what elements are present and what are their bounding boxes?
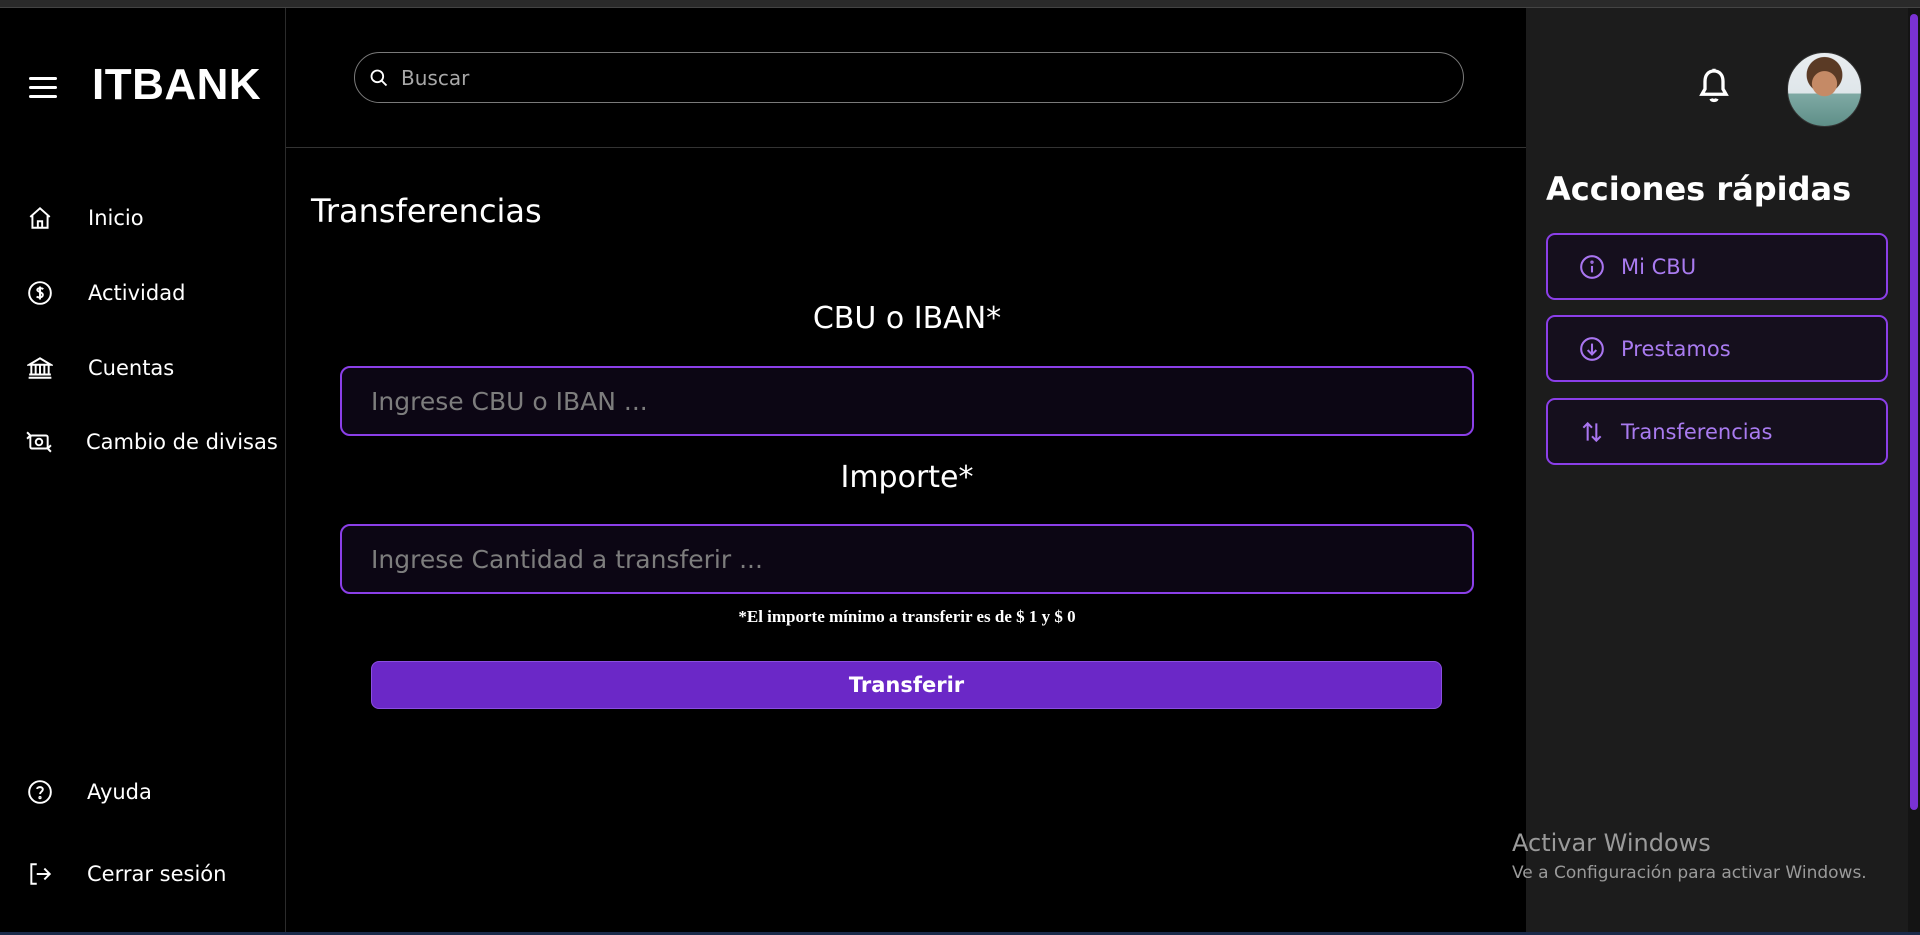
amount-field	[340, 524, 1474, 594]
logout-icon	[26, 860, 54, 888]
minimum-amount-note: *El importe mínimo a transferir es de $ …	[738, 607, 1076, 626]
windows-activation-subtitle: Ve a Configuración para activar Windows.	[1512, 863, 1867, 883]
info-circle-icon	[1578, 253, 1606, 281]
sidebar-item-label: Cuentas	[88, 356, 175, 380]
quick-actions-title: Acciones rápidas	[1546, 170, 1852, 208]
scrollbar-thumb[interactable]	[1910, 14, 1918, 810]
quick-action-label: Mi CBU	[1621, 254, 1697, 279]
quick-action-label: Transferencias	[1621, 419, 1773, 444]
quick-action-prestamos[interactable]: Prestamos	[1546, 315, 1888, 382]
sidebar-item-actividad[interactable]: Actividad	[26, 273, 276, 313]
windows-activation-title: Activar Windows	[1512, 829, 1711, 857]
sidebar-item-label: Actividad	[88, 281, 186, 305]
cbu-label: CBU o IBAN*	[812, 301, 1002, 336]
arrow-down-circle-icon	[1578, 335, 1606, 363]
bank-icon	[26, 354, 54, 382]
sidebar-item-label: Cerrar sesión	[87, 862, 227, 886]
dollar-circle-icon	[26, 279, 54, 307]
menu-icon[interactable]	[29, 77, 57, 99]
cbu-field	[340, 366, 1474, 436]
sidebar-item-label: Cambio de divisas	[86, 430, 278, 454]
user-avatar[interactable]	[1787, 52, 1862, 127]
header-divider	[286, 147, 1526, 148]
quick-action-label: Prestamos	[1621, 336, 1731, 361]
quick-action-mi-cbu[interactable]: Mi CBU	[1546, 233, 1888, 300]
sidebar-item-cuentas[interactable]: Cuentas	[26, 348, 276, 388]
notification-bell-icon[interactable]	[1696, 66, 1732, 106]
cbu-input[interactable]	[342, 368, 1472, 434]
search-bar	[354, 52, 1464, 103]
amount-label: Importe*	[840, 460, 974, 495]
sidebar-item-cambio-de-divisas[interactable]: Cambio de divisas	[26, 422, 278, 462]
sidebar: ITBANK Inicio Actividad Cuentas Cambio d…	[0, 8, 286, 932]
search-input[interactable]	[401, 65, 1401, 90]
search-icon	[370, 69, 388, 86]
sidebar-item-cerrar-sesion[interactable]: Cerrar sesión	[26, 854, 276, 894]
quick-actions-panel	[1526, 8, 1908, 932]
currency-exchange-icon	[26, 428, 52, 456]
quick-action-transferencias[interactable]: Transferencias	[1546, 398, 1888, 465]
sidebar-item-ayuda[interactable]: Ayuda	[26, 772, 276, 812]
amount-input[interactable]	[342, 526, 1472, 592]
app-logo: ITBANK	[92, 60, 262, 109]
transfer-button[interactable]: Transferir	[371, 661, 1442, 709]
help-circle-icon	[26, 778, 54, 806]
arrows-up-down-icon	[1578, 418, 1606, 446]
browser-top-strip	[0, 0, 1920, 8]
page-title: Transferencias	[311, 192, 542, 230]
home-icon	[26, 204, 54, 232]
sidebar-item-label: Inicio	[88, 206, 144, 230]
sidebar-item-label: Ayuda	[87, 780, 152, 804]
sidebar-item-inicio[interactable]: Inicio	[26, 198, 276, 238]
